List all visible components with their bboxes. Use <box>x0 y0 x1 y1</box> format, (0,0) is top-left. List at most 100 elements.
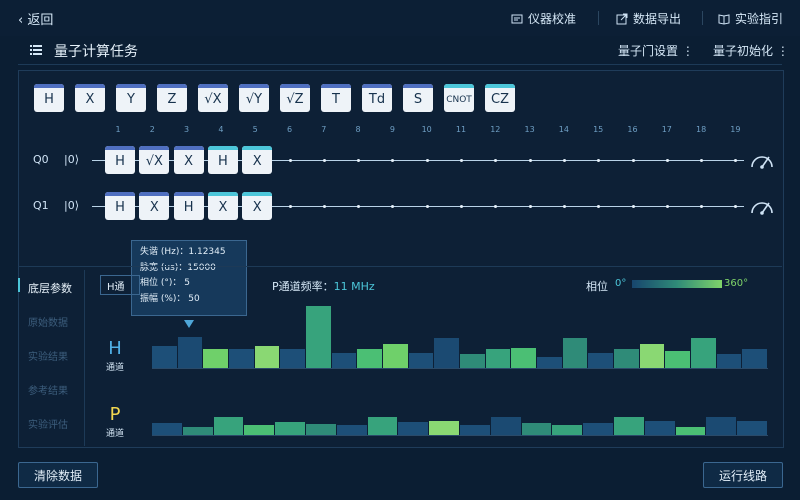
empty-slot[interactable] <box>562 205 566 208</box>
pulse-bar[interactable] <box>213 416 244 435</box>
pulse-bar[interactable] <box>460 354 485 368</box>
palette-gate[interactable]: Y <box>116 84 146 112</box>
palette-gate[interactable]: H <box>34 84 64 112</box>
palette-gate[interactable]: X <box>75 84 105 112</box>
empty-slot[interactable] <box>460 205 463 208</box>
empty-slot[interactable] <box>665 159 669 162</box>
sidebar-item-evaluation[interactable]: 实验评估 <box>28 416 68 431</box>
empty-slot[interactable] <box>288 205 292 208</box>
sidebar-item-results[interactable]: 实验结果 <box>28 348 68 363</box>
pulse-bar[interactable] <box>614 349 639 368</box>
circuit-gate[interactable]: H <box>105 192 135 220</box>
pulse-bar[interactable] <box>583 423 613 435</box>
menu-icon[interactable] <box>30 45 42 55</box>
pulse-bar[interactable] <box>306 424 336 435</box>
circuit-gate[interactable]: X <box>207 192 238 220</box>
pulse-bar[interactable] <box>552 425 583 435</box>
pulse-bar[interactable] <box>490 416 521 435</box>
pulse-bar[interactable] <box>521 423 552 435</box>
palette-gate[interactable]: Td <box>362 84 392 112</box>
gate-settings-menu[interactable]: 量子门设置 ⋮ <box>618 42 694 59</box>
circuit-gate[interactable]: H <box>173 192 204 220</box>
circuit-gate[interactable]: X <box>242 192 273 220</box>
pulse-bar[interactable] <box>408 352 434 368</box>
pulse-bar[interactable] <box>639 344 665 368</box>
palette-gate[interactable]: √X <box>198 84 228 112</box>
palette-gate[interactable]: S <box>403 84 433 112</box>
pulse-bar[interactable] <box>675 426 706 435</box>
pulse-bar[interactable] <box>306 306 331 368</box>
pulse-bar[interactable] <box>434 338 459 368</box>
empty-slot[interactable] <box>665 205 669 208</box>
pulse-bar[interactable] <box>429 421 459 435</box>
pulse-bar[interactable] <box>182 426 213 435</box>
palette-gate[interactable]: Z <box>157 84 187 112</box>
pulse-bar[interactable] <box>742 349 767 368</box>
pulse-bar[interactable] <box>644 421 675 435</box>
pulse-bar[interactable] <box>665 350 690 368</box>
pulse-bar[interactable] <box>537 356 562 368</box>
pulse-bar[interactable] <box>691 338 716 368</box>
circuit-gate[interactable]: X <box>173 146 204 174</box>
pulse-bar[interactable] <box>152 346 177 368</box>
guide-button[interactable]: 实验指引 <box>718 10 783 27</box>
pulse-bar[interactable] <box>367 416 398 435</box>
palette-gate[interactable]: CNOT <box>444 84 474 112</box>
pulse-bar[interactable] <box>357 349 382 368</box>
column-number: 1 <box>115 125 121 134</box>
empty-slot[interactable] <box>425 205 429 208</box>
circuit-gate[interactable]: X <box>242 146 273 174</box>
pulse-bar[interactable] <box>177 337 203 368</box>
pulse-bar[interactable] <box>275 421 305 435</box>
pulse-bar[interactable] <box>485 349 511 368</box>
circuit-gate[interactable]: H <box>207 146 238 174</box>
qubit-init-menu[interactable]: 量子初始化 ⋮ <box>713 42 789 59</box>
pulse-bar[interactable] <box>398 421 429 435</box>
pulse-bar[interactable] <box>511 347 536 368</box>
empty-slot[interactable] <box>460 159 463 162</box>
measure-icon[interactable] <box>749 194 775 216</box>
empty-slot[interactable] <box>528 205 532 208</box>
pulse-bar[interactable] <box>254 346 280 368</box>
clear-data-button[interactable]: 清除数据 <box>18 462 98 488</box>
export-button[interactable]: 数据导出 <box>616 10 681 27</box>
empty-slot[interactable] <box>288 159 292 162</box>
sidebar-item-raw-data[interactable]: 原始数据 <box>28 314 68 329</box>
run-circuit-button[interactable]: 运行线路 <box>703 462 783 488</box>
empty-slot[interactable] <box>322 205 326 208</box>
empty-slot[interactable] <box>528 159 532 162</box>
pulse-bar[interactable] <box>244 425 275 435</box>
pulse-bar[interactable] <box>737 421 767 435</box>
pulse-bar[interactable] <box>383 344 408 368</box>
pulse-bar[interactable] <box>706 416 737 435</box>
palette-gate[interactable]: T <box>321 84 351 112</box>
pulse-bar[interactable] <box>203 349 228 368</box>
channel-select[interactable]: H通 <box>100 275 140 295</box>
empty-slot[interactable] <box>562 159 566 162</box>
measure-icon[interactable] <box>749 148 775 170</box>
calibrate-button[interactable]: 仪器校准 <box>511 10 576 27</box>
pulse-bar[interactable] <box>331 352 357 368</box>
circuit-gate[interactable]: √X <box>139 146 170 174</box>
pulse-bar[interactable] <box>562 338 588 368</box>
circuit-gate[interactable]: H <box>105 146 135 174</box>
empty-slot[interactable] <box>425 159 429 162</box>
pulse-bar[interactable] <box>588 352 613 368</box>
palette-gate[interactable]: CZ <box>485 84 515 112</box>
pulse-bar[interactable] <box>152 423 182 435</box>
palette-gate[interactable]: √Y <box>239 84 269 112</box>
sidebar-item-reference[interactable]: 参考结果 <box>28 382 68 397</box>
empty-slot[interactable] <box>631 205 635 208</box>
pulse-bar[interactable] <box>336 425 367 435</box>
pulse-bar[interactable] <box>229 349 254 368</box>
empty-slot[interactable] <box>631 159 635 162</box>
sidebar-item-params[interactable]: 底层参数 <box>28 280 72 296</box>
palette-gate[interactable]: √Z <box>280 84 310 112</box>
pulse-bar[interactable] <box>280 349 305 368</box>
circuit-gate[interactable]: X <box>139 192 170 220</box>
pulse-bar[interactable] <box>614 416 644 435</box>
pulse-bar[interactable] <box>716 354 742 368</box>
back-button[interactable]: ‹ 返回 <box>18 9 53 28</box>
pulse-bar[interactable] <box>460 425 490 435</box>
empty-slot[interactable] <box>322 159 326 162</box>
